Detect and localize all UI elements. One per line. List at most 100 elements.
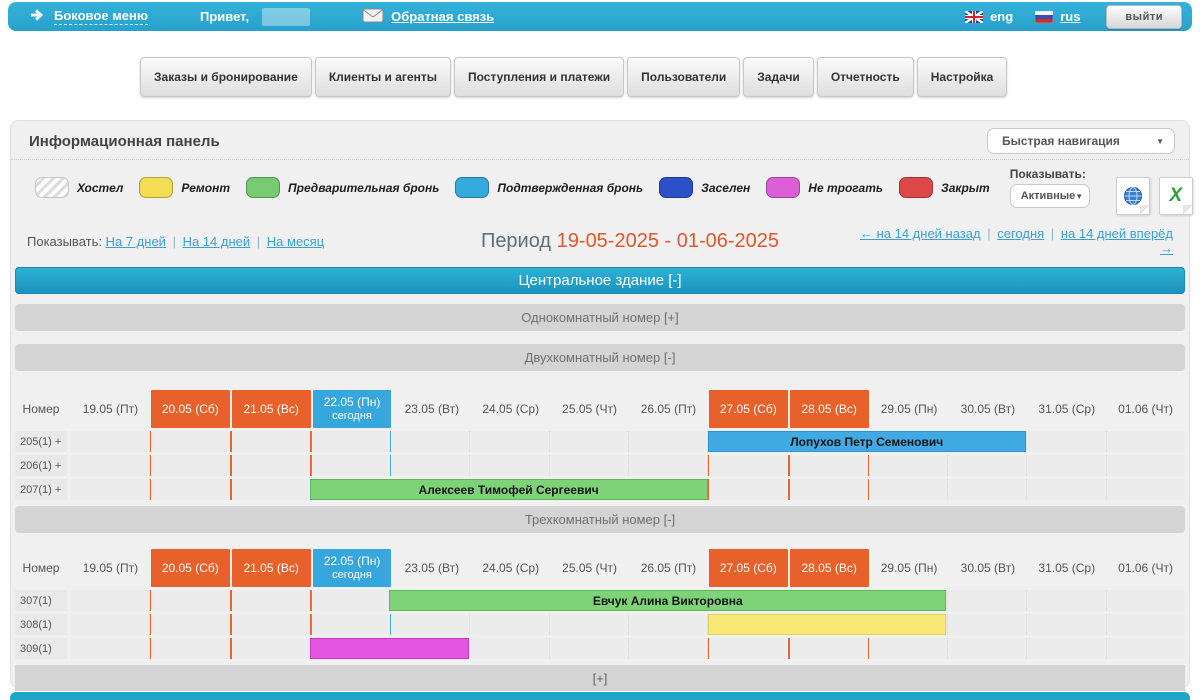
day-cell[interactable] [1107, 638, 1185, 659]
forward-14-days-link[interactable]: на 14 дней вперёд → [1061, 226, 1173, 256]
room-label[interactable]: 307(1) [15, 590, 67, 611]
booking-bar[interactable] [708, 614, 947, 635]
booking-bar[interactable]: Лопухов Петр Семенович [708, 431, 1026, 452]
room-label[interactable]: 206(1) + [15, 455, 67, 476]
today-link[interactable]: сегодня [997, 226, 1044, 241]
feedback-link[interactable]: Обратная связь [362, 8, 494, 26]
collapsed-section-header[interactable]: [+] [15, 665, 1185, 691]
back-14-days-link[interactable]: ← на 14 дней назад [860, 226, 981, 241]
day-cell[interactable] [391, 455, 470, 476]
day-cell[interactable] [150, 455, 230, 476]
day-cell[interactable] [470, 638, 549, 659]
day-cell[interactable] [470, 431, 549, 452]
day-cell[interactable] [869, 455, 948, 476]
range-7-days-link[interactable]: На 7 дней [106, 234, 166, 249]
day-cell[interactable] [629, 431, 708, 452]
day-cell[interactable] [71, 638, 150, 659]
day-cell[interactable] [470, 455, 549, 476]
day-cell[interactable] [948, 455, 1027, 476]
day-cell[interactable] [311, 590, 391, 611]
quick-nav-select[interactable]: Быстрая навигация ▼ [987, 128, 1175, 154]
day-cell[interactable] [550, 614, 629, 635]
day-cell[interactable] [1107, 590, 1185, 611]
day-cell[interactable] [71, 614, 150, 635]
day-cell[interactable] [1107, 455, 1185, 476]
day-cell[interactable] [231, 590, 311, 611]
day-cell[interactable] [1107, 479, 1185, 500]
day-cell[interactable] [71, 455, 150, 476]
day-cell[interactable] [150, 614, 230, 635]
show-filter-select[interactable]: Активные ▼ [1010, 184, 1090, 208]
web-export-icon[interactable] [1116, 177, 1150, 215]
room-label[interactable]: 309(1) [15, 638, 67, 659]
room-label[interactable]: 207(1) + [15, 479, 67, 500]
day-cell[interactable] [629, 455, 708, 476]
day-cell[interactable] [1027, 479, 1106, 500]
day-cell[interactable] [708, 455, 788, 476]
day-cell[interactable] [948, 590, 1027, 611]
lang-eng[interactable]: eng [965, 9, 1013, 24]
two-room-section-header[interactable]: Двухкомнатный номер [-] [15, 344, 1185, 371]
excel-export-icon[interactable]: X [1159, 177, 1193, 215]
tab-users[interactable]: Пользователи [627, 57, 740, 97]
day-cell[interactable] [231, 455, 311, 476]
day-cell[interactable] [1027, 455, 1106, 476]
one-room-section-header[interactable]: Однокомнатный номер [+] [15, 304, 1185, 331]
logout-button[interactable]: выйти [1106, 5, 1182, 29]
day-cell[interactable] [708, 638, 788, 659]
booking-bar[interactable] [310, 638, 469, 659]
side-menu-link[interactable]: Боковое меню [30, 8, 148, 25]
day-cell[interactable] [311, 614, 391, 635]
three-room-section-header[interactable]: Трехкомнатный номер [-] [15, 506, 1185, 533]
day-cell[interactable] [71, 479, 150, 500]
building-section-header[interactable]: Центральное здание [-] [15, 267, 1185, 294]
day-cell[interactable] [231, 431, 311, 452]
day-cell[interactable] [1027, 614, 1106, 635]
day-cell[interactable] [550, 455, 629, 476]
tab-tasks[interactable]: Задачи [743, 57, 814, 97]
booking-bar[interactable]: Алексеев Тимофей Сергеевич [310, 479, 708, 500]
day-cell[interactable] [550, 638, 629, 659]
day-cell[interactable] [629, 638, 708, 659]
day-cell[interactable] [869, 638, 948, 659]
day-cell[interactable] [1107, 614, 1185, 635]
day-cell[interactable] [629, 614, 708, 635]
room-label[interactable]: 205(1) + [15, 431, 67, 452]
room-label[interactable]: 308(1) [15, 614, 67, 635]
tab-receipts-payments[interactable]: Поступления и платежи [454, 57, 624, 97]
day-cell[interactable] [1027, 590, 1106, 611]
booking-bar[interactable]: Евчук Алина Викторовна [389, 590, 946, 611]
day-cell[interactable] [869, 479, 948, 500]
day-cell[interactable] [391, 614, 470, 635]
day-cell[interactable] [1107, 431, 1185, 452]
range-14-days-link[interactable]: На 14 дней [183, 234, 251, 249]
day-cell[interactable] [150, 638, 230, 659]
day-cell[interactable] [71, 590, 150, 611]
day-cell[interactable] [1027, 431, 1106, 452]
day-cell[interactable] [789, 638, 869, 659]
day-cell[interactable] [391, 431, 470, 452]
lang-rus[interactable]: rus [1035, 9, 1080, 24]
day-cell[interactable] [948, 614, 1027, 635]
range-month-link[interactable]: На месяц [267, 234, 324, 249]
tab-reports[interactable]: Отчетность [817, 57, 914, 97]
day-cell[interactable] [150, 479, 230, 500]
day-cell[interactable] [71, 431, 150, 452]
tab-clients-agents[interactable]: Клиенты и агенты [315, 57, 451, 97]
day-cell[interactable] [231, 614, 311, 635]
day-cell[interactable] [550, 431, 629, 452]
day-cell[interactable] [231, 479, 311, 500]
day-cell[interactable] [311, 431, 391, 452]
day-cell[interactable] [150, 590, 230, 611]
day-cell[interactable] [948, 479, 1027, 500]
tab-orders-booking[interactable]: Заказы и бронирование [140, 57, 312, 97]
day-cell[interactable] [311, 455, 391, 476]
day-cell[interactable] [150, 431, 230, 452]
day-cell[interactable] [948, 638, 1027, 659]
day-cell[interactable] [231, 638, 311, 659]
day-cell[interactable] [1027, 638, 1106, 659]
day-cell[interactable] [470, 614, 549, 635]
tab-settings[interactable]: Настройка [917, 57, 1008, 97]
day-cell[interactable] [789, 455, 869, 476]
day-cell[interactable] [789, 479, 869, 500]
